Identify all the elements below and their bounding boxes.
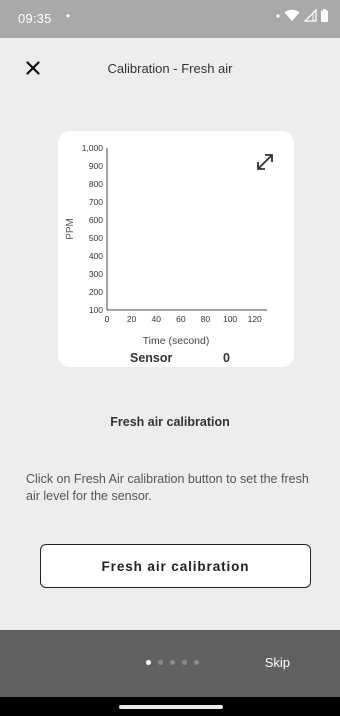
page-dot xyxy=(170,660,175,665)
page-dot xyxy=(194,660,199,665)
close-icon xyxy=(26,61,40,75)
chart-card: 100 200 300 400 500 600 700 800 900 1,000 0 20 40 60 8… xyxy=(58,131,294,367)
y-tick-label: 800 xyxy=(89,179,103,189)
x-tick-label: 80 xyxy=(201,314,211,324)
x-axis-title: Time (second) xyxy=(142,335,210,347)
status-bar: 09:35 • xyxy=(0,0,340,38)
x-tick-label: 60 xyxy=(176,314,186,324)
battery-icon xyxy=(321,9,328,22)
y-tick-label: 500 xyxy=(89,233,103,243)
instructions-text: Click on Fresh Air calibration button to… xyxy=(26,472,309,503)
sensor-value: 0 xyxy=(223,351,230,365)
navigation-bar xyxy=(0,697,340,716)
page-dot xyxy=(158,660,163,665)
page-dot xyxy=(182,660,187,665)
home-indicator[interactable] xyxy=(119,705,223,709)
signal-icon xyxy=(304,9,317,22)
section-heading: Fresh air calibration xyxy=(110,415,230,429)
sensor-label: Sensor xyxy=(130,351,173,365)
notification-dot: • xyxy=(66,9,71,23)
status-time: 09:35 xyxy=(18,11,52,26)
close-button[interactable] xyxy=(20,55,46,81)
x-tick-label: 0 xyxy=(105,314,110,324)
page-title: Calibration - Fresh air xyxy=(107,61,233,76)
y-tick-label: 1,000 xyxy=(82,143,104,153)
expand-icon xyxy=(257,154,273,170)
dot-icon xyxy=(276,13,280,18)
y-tick-label: 900 xyxy=(89,161,103,171)
x-tick-label: 20 xyxy=(127,314,137,324)
y-tick-label: 700 xyxy=(89,197,103,207)
y-tick-label: 400 xyxy=(89,251,103,261)
x-tick-label: 40 xyxy=(151,314,161,324)
status-icons xyxy=(276,9,328,22)
sensor-readout: Sensor 0 xyxy=(58,351,294,367)
bottom-bar: Skip xyxy=(0,630,340,697)
skip-button[interactable]: Skip xyxy=(265,655,290,670)
y-axis-title: PPM xyxy=(65,218,76,240)
y-tick-label: 200 xyxy=(89,287,103,297)
y-tick-label: 300 xyxy=(89,269,103,279)
y-tick-label: 100 xyxy=(89,305,103,315)
page-indicator xyxy=(146,660,199,665)
wifi-icon xyxy=(284,9,300,21)
fresh-air-calibration-button[interactable]: Fresh air calibration xyxy=(40,544,311,588)
top-bar: Calibration - Fresh air xyxy=(0,38,340,102)
y-tick-label: 600 xyxy=(89,215,103,225)
expand-button[interactable] xyxy=(254,151,276,173)
page-dot-active xyxy=(146,660,151,665)
x-tick-label: 120 xyxy=(248,314,262,324)
x-tick-label: 100 xyxy=(223,314,237,324)
